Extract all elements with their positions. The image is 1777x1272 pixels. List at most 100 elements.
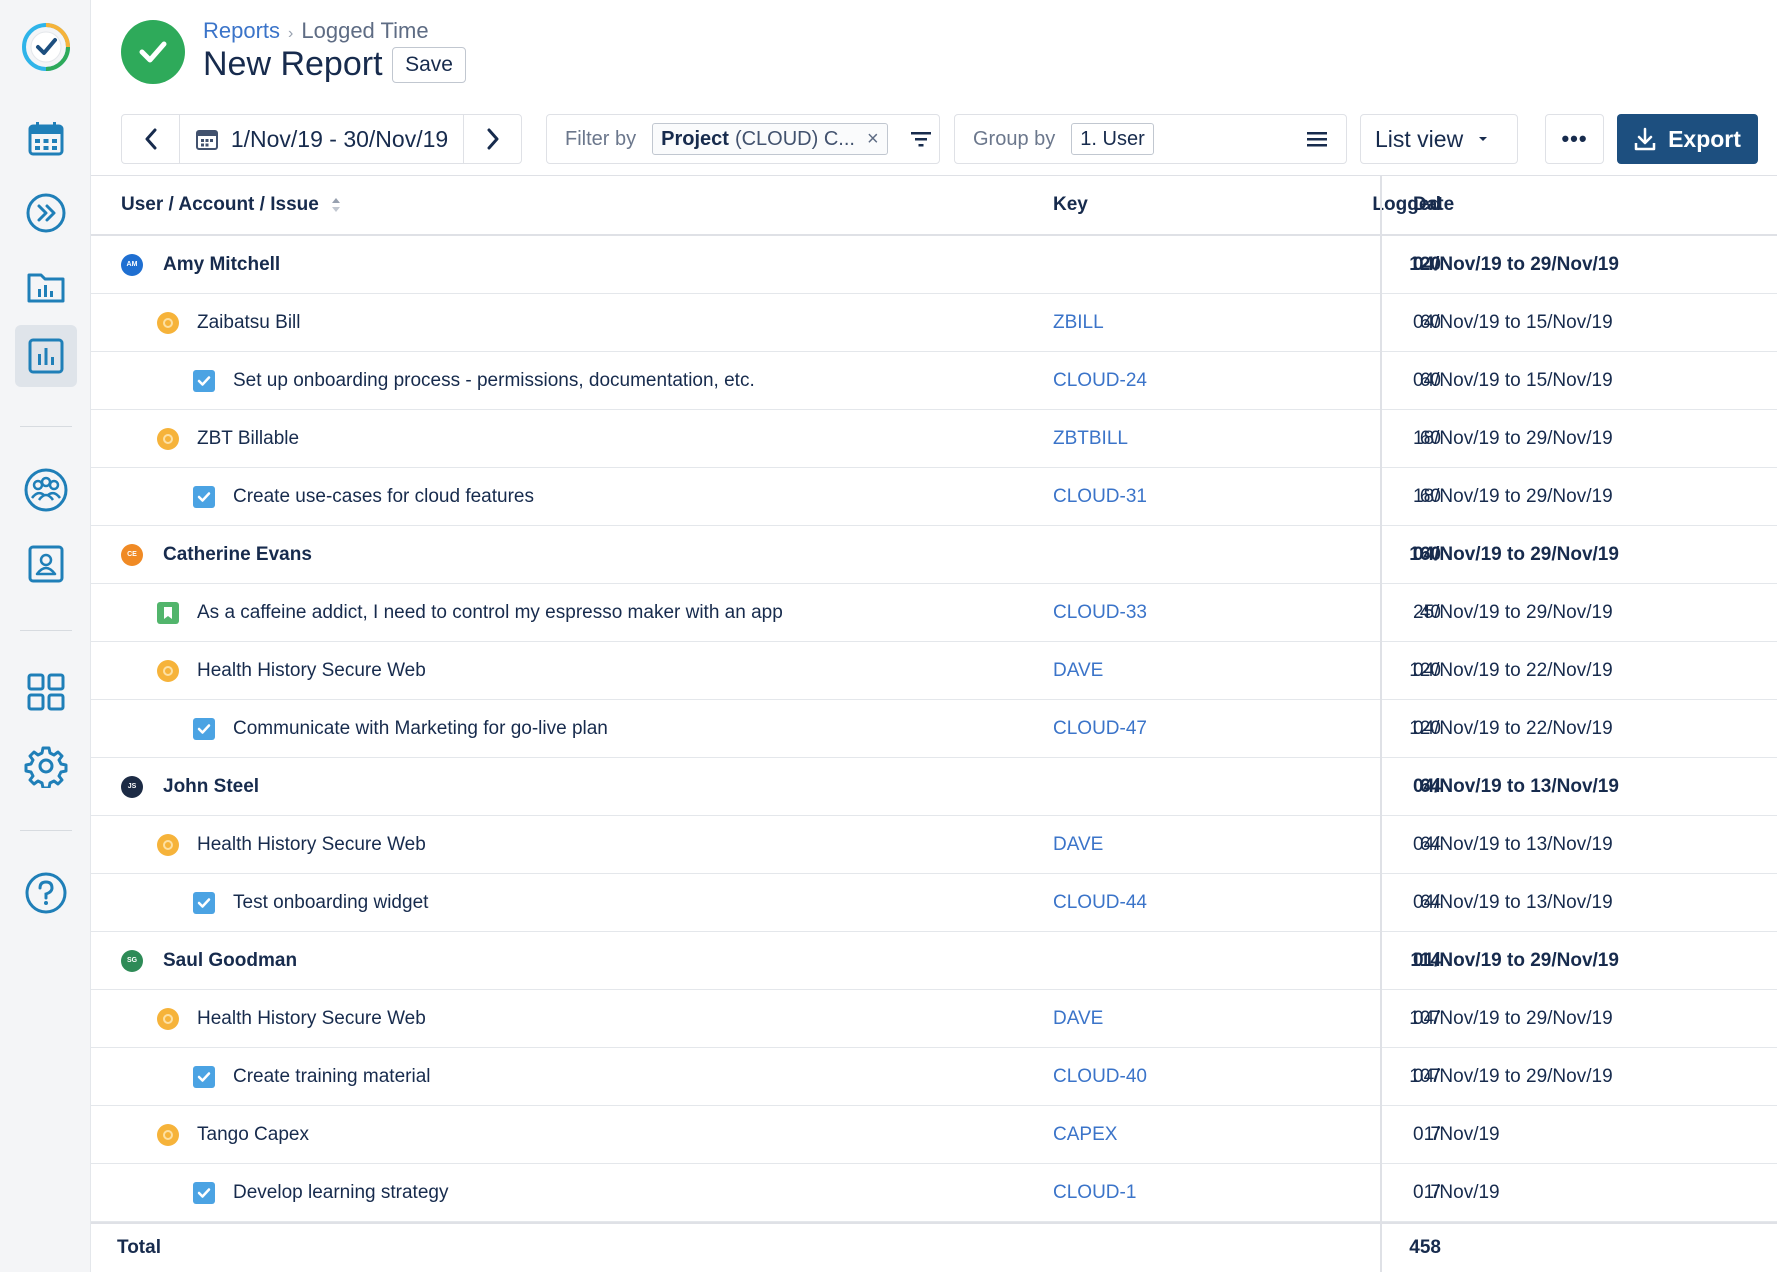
row-key-link: [1053, 758, 1253, 815]
table-row[interactable]: Communicate with Marketing for go-live p…: [91, 700, 1777, 758]
table-row[interactable]: Test onboarding widget CLOUD-44 64 04/Nov/1…: [91, 874, 1777, 932]
date-range-text: 1/Nov/19 - 30/Nov/19: [230, 125, 449, 152]
view-selector[interactable]: List view: [1360, 114, 1518, 164]
table-row[interactable]: ZBT Billable ZBTBILL 60 18/Nov/19 to 29/Nov…: [91, 410, 1777, 468]
row-name: ZBT Billable: [197, 427, 300, 449]
column-header-name-label: User / Account / Issue: [121, 194, 319, 215]
column-header-name[interactable]: User / Account / Issue: [91, 176, 1071, 234]
row-key-link[interactable]: DAVE: [1053, 642, 1253, 699]
row-logged: 114: [1410, 949, 1441, 971]
filter-chip-value: (CLOUD) C...: [734, 127, 855, 150]
more-options-button[interactable]: •••: [1545, 114, 1604, 164]
column-header-key[interactable]: Key: [1053, 176, 1253, 234]
export-button[interactable]: Export: [1617, 114, 1758, 164]
task-checkbox-icon: [193, 1181, 215, 1204]
row-logged: 120: [1409, 253, 1441, 275]
folder-chart-icon[interactable]: [15, 256, 77, 318]
row-date: 04/Nov/19 to 13/Nov/19: [1413, 833, 1613, 855]
row-logged: 120: [1409, 717, 1441, 739]
row-date: 04/Nov/19 to 29/Nov/19: [1413, 543, 1619, 565]
table-row[interactable]: Create use-cases for cloud features CLOUD…: [91, 468, 1777, 526]
table-row[interactable]: JS John Steel 64 04/Nov/19 to 13/Nov/19: [91, 758, 1777, 816]
row-name-cell: Health History Secure Web: [91, 816, 1071, 873]
row-key-link[interactable]: CAPEX: [1053, 1106, 1253, 1163]
reports-icon[interactable]: [15, 325, 77, 387]
row-date: 01/Nov/19: [1413, 1123, 1500, 1145]
app-logo-icon[interactable]: [15, 16, 77, 78]
row-name[interactable]: Create use-cases for cloud features: [233, 486, 534, 508]
group-by-chip[interactable]: 1. User: [1071, 123, 1154, 155]
row-key-link[interactable]: CLOUD-1: [1053, 1164, 1253, 1221]
account-icon: [157, 833, 179, 856]
help-icon[interactable]: [15, 862, 77, 924]
row-key-link[interactable]: DAVE: [1053, 816, 1253, 873]
filter-label: Filter by: [565, 127, 637, 150]
sidebar: [0, 0, 91, 1272]
table-row[interactable]: Health History Secure Web DAVE 120 04/Nov/1…: [91, 642, 1777, 700]
account-icon: [157, 1123, 179, 1146]
row-key-link[interactable]: CLOUD-31: [1053, 468, 1253, 525]
group-by-label: Group by: [973, 127, 1056, 150]
task-checkbox-icon: [193, 717, 215, 740]
table-row[interactable]: Create training material CLOUD-40 107 04/No…: [91, 1048, 1777, 1106]
forward-icon[interactable]: [15, 182, 77, 244]
calendar-icon[interactable]: [15, 108, 77, 170]
table-row[interactable]: CE Catherine Evans 160 04/Nov/19 to 29/Nov/…: [91, 526, 1777, 584]
row-key-link: [1053, 236, 1253, 293]
row-name[interactable]: Create training material: [233, 1066, 430, 1088]
filter-icon[interactable]: [910, 130, 932, 148]
row-name-cell: Tango Capex: [91, 1106, 1071, 1163]
row-name[interactable]: Communicate with Marketing for go-live p…: [233, 718, 608, 740]
filter-control: Filter by Project (CLOUD) C... ×: [546, 114, 940, 164]
profile-icon[interactable]: [15, 533, 77, 595]
user-avatar: CE: [121, 543, 143, 566]
table-row[interactable]: Set up onboarding process - permissions,…: [91, 352, 1777, 410]
row-date: 18/Nov/19 to 29/Nov/19: [1413, 427, 1613, 449]
filter-chip[interactable]: Project (CLOUD) C... ×: [652, 123, 888, 155]
previous-period-button[interactable]: [122, 115, 180, 163]
settings-icon[interactable]: [15, 735, 77, 797]
table-row[interactable]: AM Amy Mitchell 120 04/Nov/19 to 29/Nov/19: [91, 236, 1777, 294]
column-header-date[interactable]: Date: [1413, 176, 1773, 234]
row-key-link[interactable]: CLOUD-44: [1053, 874, 1253, 931]
row-logged: 7: [1430, 1181, 1441, 1203]
row-logged: 60: [1419, 311, 1441, 333]
table-row[interactable]: As a caffeine addict, I need to control …: [91, 584, 1777, 642]
row-key-link[interactable]: CLOUD-47: [1053, 700, 1253, 757]
row-key-link[interactable]: CLOUD-33: [1053, 584, 1253, 641]
table-row[interactable]: SG Saul Goodman 114 01/Nov/19 to 29/Nov/19: [91, 932, 1777, 990]
row-key-link[interactable]: ZBILL: [1053, 294, 1253, 351]
date-range-field[interactable]: 1/Nov/19 - 30/Nov/19: [180, 126, 463, 153]
save-button[interactable]: Save: [392, 47, 466, 83]
next-period-button[interactable]: [463, 115, 521, 163]
table-row[interactable]: Develop learning strategy CLOUD-1 7 01/Nov/…: [91, 1164, 1777, 1222]
table-header-row: User / Account / Issue Key Logged Date: [91, 176, 1777, 236]
table-row[interactable]: Zaibatsu Bill ZBILL 60 04/Nov/19 to 15/Nov/…: [91, 294, 1777, 352]
breadcrumb-reports-link[interactable]: Reports: [203, 18, 280, 43]
row-key-link[interactable]: CLOUD-40: [1053, 1048, 1253, 1105]
sort-icon: [331, 198, 340, 212]
row-name-cell: Communicate with Marketing for go-live p…: [91, 700, 1071, 757]
table-row[interactable]: Health History Secure Web DAVE 107 04/Nov/1…: [91, 990, 1777, 1048]
row-name[interactable]: Develop learning strategy: [233, 1182, 448, 1204]
table-row[interactable]: Tango Capex CAPEX 7 01/Nov/19: [91, 1106, 1777, 1164]
team-icon[interactable]: [15, 459, 77, 521]
apps-grid-icon[interactable]: [15, 661, 77, 723]
row-key-link[interactable]: DAVE: [1053, 990, 1253, 1047]
row-name: Tango Capex: [197, 1123, 309, 1145]
row-logged: 64: [1419, 891, 1441, 913]
menu-lines-icon[interactable]: [1306, 130, 1328, 148]
column-header-logged[interactable]: Logged: [1231, 176, 1441, 234]
row-date: 01/Nov/19: [1413, 1181, 1500, 1203]
row-name[interactable]: Test onboarding widget: [233, 892, 428, 914]
row-name-cell: Create training material: [91, 1048, 1071, 1105]
total-row: Total 458: [91, 1222, 1777, 1272]
download-icon: [1634, 127, 1656, 151]
row-key-link[interactable]: CLOUD-24: [1053, 352, 1253, 409]
caret-down-icon: [1479, 137, 1488, 141]
table-row[interactable]: Health History Secure Web DAVE 64 04/Nov/19…: [91, 816, 1777, 874]
row-date: 04/Nov/19 to 13/Nov/19: [1413, 891, 1613, 913]
row-key-link[interactable]: ZBTBILL: [1053, 410, 1253, 467]
remove-filter-icon[interactable]: ×: [867, 128, 879, 151]
row-name[interactable]: Set up onboarding process - permissions,…: [233, 370, 755, 392]
